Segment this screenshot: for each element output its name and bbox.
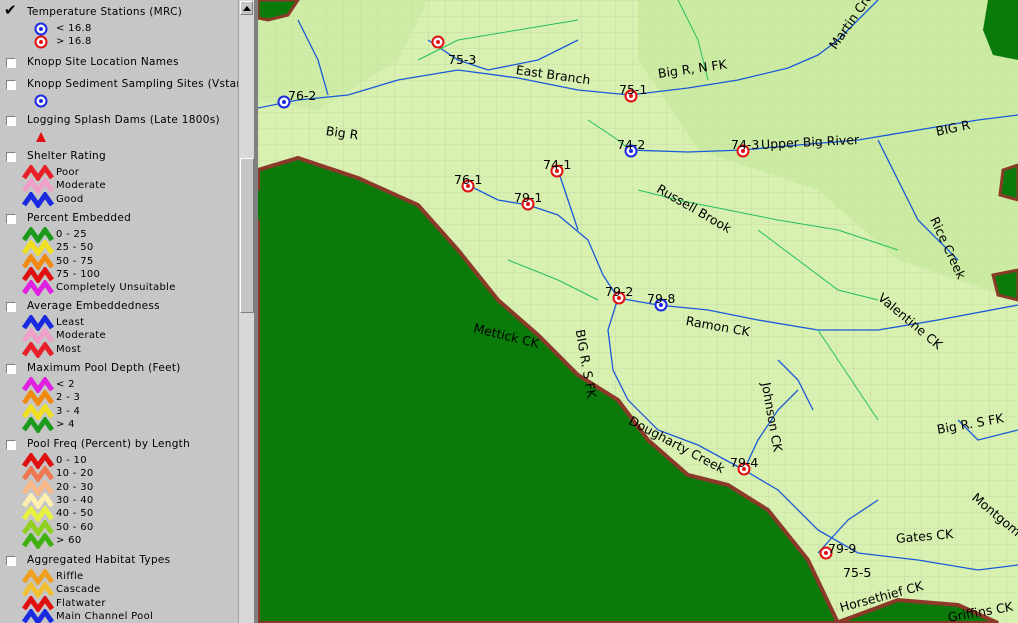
station-label: 76-1 <box>454 172 483 187</box>
forest-area-right-2 <box>998 163 1018 202</box>
layer-visibility-checkbox[interactable] <box>6 116 16 126</box>
legend-entry-label: 0 - 10 <box>56 455 87 466</box>
legend-entry-label: Most <box>56 343 82 355</box>
layer-visibility-checkbox[interactable] <box>6 302 16 312</box>
legend-entry-label: Completely Unsuitable <box>56 282 176 294</box>
legend-entry-label: Least <box>56 317 85 328</box>
station-label: 79-1 <box>514 190 543 205</box>
legend-entry-label: Riffle <box>56 571 84 582</box>
legend-entry-label: 3 - 4 <box>56 405 81 417</box>
layer-name: Percent Embedded <box>27 212 132 224</box>
legend-entry-label: 40 - 50 <box>56 508 94 520</box>
station-label: 79-8 <box>647 291 676 306</box>
station-label: 75-5 <box>843 565 872 580</box>
layer-name: Logging Splash Dams (Late 1800s) <box>27 114 220 126</box>
legend-entry-label: 30 - 40 <box>56 494 94 506</box>
layer-name: Temperature Stations (MRC) <box>27 6 183 18</box>
forest-area-right-3 <box>991 268 1018 302</box>
legend-entry-label: 20 - 30 <box>56 481 94 493</box>
layer-visibility-checkbox[interactable] <box>6 556 16 566</box>
layer-name: Average Embeddedness <box>27 300 160 312</box>
station-label: 79-4 <box>730 455 759 470</box>
legend-entry-label: Cascade <box>56 584 101 596</box>
station-label: 74-1 <box>543 157 572 172</box>
legend-entry-label: 50 - 60 <box>56 521 94 533</box>
legend-layer-3: Logging Splash Dams (Late 1800s) <box>0 113 238 131</box>
layer-visibility-checkbox[interactable]: ✔ <box>4 1 17 19</box>
legend-entry-label: > 16.8 <box>56 36 92 48</box>
legend-entry-label: > 60 <box>56 534 82 546</box>
legend-entry-label: 75 - 100 <box>56 268 101 280</box>
legend-layer-2: Knopp Sediment Sampling Sites (Vstar) <box>0 77 238 95</box>
station-label: 79-2 <box>605 284 634 299</box>
station-label: 75-1 <box>619 82 648 97</box>
legend-entry-label: 10 - 20 <box>56 468 94 480</box>
red-triangle-icon <box>35 131 47 146</box>
layer-visibility-checkbox[interactable] <box>6 214 16 224</box>
legend-entry-label: Main Channel Pool <box>56 610 154 622</box>
station-label: 79-9 <box>828 541 857 556</box>
layer-name: Maximum Pool Depth (Feet) <box>27 362 181 374</box>
layer-name: Shelter Rating <box>27 150 106 162</box>
scroll-thumb[interactable] <box>240 158 254 313</box>
layer-name: Knopp Site Location Names <box>27 56 179 68</box>
layer-name: Knopp Sediment Sampling Sites (Vstar) <box>27 78 238 90</box>
layer-visibility-checkbox[interactable] <box>6 364 16 374</box>
layer-visibility-checkbox[interactable] <box>6 440 16 450</box>
scroll-up-arrow-icon[interactable] <box>240 1 253 15</box>
legend-entry-label: Good <box>56 193 84 205</box>
red-station-icon[interactable] <box>431 35 445 49</box>
legend-entry-label: Moderate <box>56 330 106 342</box>
station-label: 74-3 <box>731 137 760 152</box>
station-label: 76-2 <box>288 88 317 103</box>
legend-entry-label: 0 - 25 <box>56 229 87 240</box>
blue-station-icon <box>34 94 48 111</box>
layer-visibility-checkbox[interactable] <box>6 80 16 90</box>
legend-entry-label: 2 - 3 <box>56 392 81 404</box>
station-label: 75-3 <box>448 52 477 67</box>
station-label: 74-2 <box>617 137 646 152</box>
legend-layer-1: Knopp Site Location Names <box>0 55 238 73</box>
layer-name: Aggregated Habitat Types <box>27 554 171 566</box>
map-view[interactable]: 75-3 76-2 75-1 74-2 74-3 74-1 76-1 79-1 79-2 79-8… <box>258 0 1018 623</box>
legend-entry-label: 25 - 50 <box>56 242 94 254</box>
legend-entry-label: Moderate <box>56 180 106 192</box>
legend-entry-label: Poor <box>56 167 80 178</box>
red-station-icon <box>34 35 48 52</box>
layer-name: Pool Freq (Percent) by Length <box>27 438 191 450</box>
legend-panel: ✔ Temperature Stations (MRC) < 16.8 > 16.8 K… <box>0 0 238 623</box>
legend-entry-label: 50 - 75 <box>56 255 94 267</box>
legend-entry-label: Flatwater <box>56 597 106 609</box>
layer-visibility-checkbox[interactable] <box>6 58 16 68</box>
legend-entry-label: < 2 <box>56 379 75 390</box>
legend-entry-label: > 4 <box>56 418 75 430</box>
legend-layer-0: ✔ Temperature Stations (MRC) <box>0 1 238 23</box>
layer-visibility-checkbox[interactable] <box>6 152 16 162</box>
legend-entry-label: < 16.8 <box>56 23 92 34</box>
legend-scrollbar[interactable] <box>238 0 255 623</box>
